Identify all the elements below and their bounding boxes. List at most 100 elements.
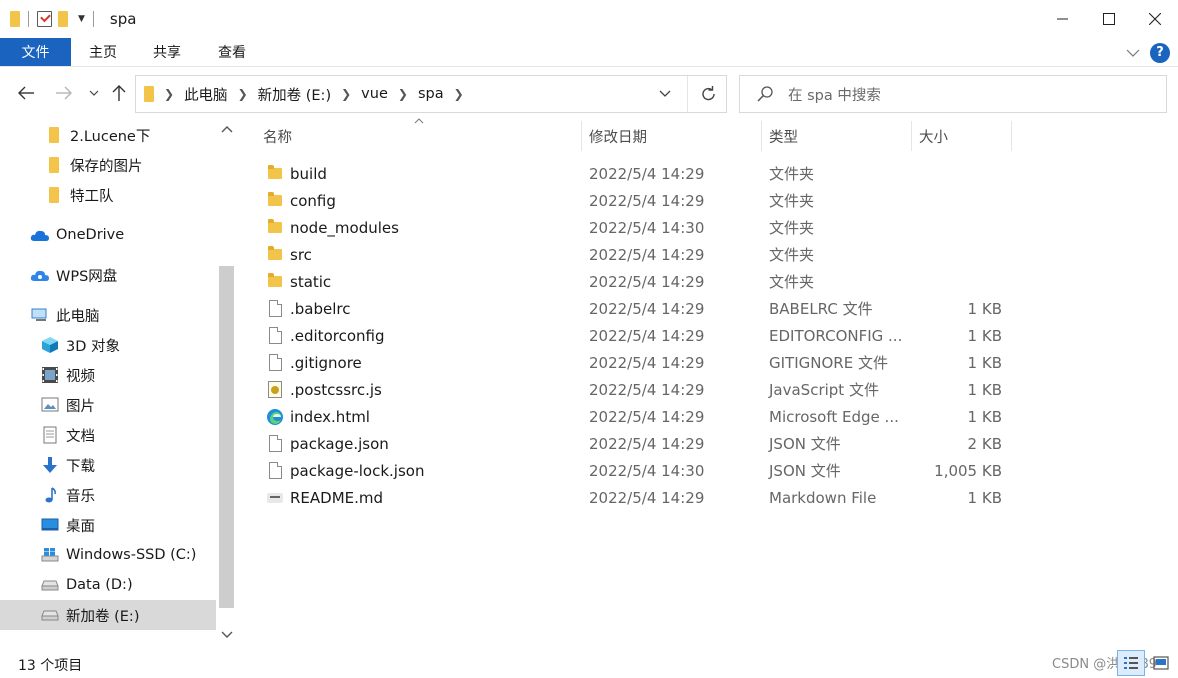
close-button[interactable] — [1132, 0, 1178, 38]
close-icon — [1149, 13, 1161, 25]
nav-item-documents[interactable]: 文档 — [0, 420, 216, 450]
file-row-index-html[interactable]: index.html 2022/5/4 14:29 Microsoft Edge… — [238, 403, 1178, 430]
window-title: spa — [109, 10, 137, 28]
chevron-right-icon[interactable]: ❯ — [398, 87, 408, 101]
nav-item-saved-pictures[interactable]: 保存的图片 — [0, 150, 216, 180]
scroll-down-arrow-icon[interactable] — [221, 631, 233, 639]
nav-item-this-pc[interactable]: 此电脑 — [0, 300, 216, 330]
search-box[interactable]: 在 spa 中搜索 — [739, 75, 1167, 113]
column-headers: 名称 修改日期 类型 大小 — [238, 118, 1178, 153]
nav-item-agents[interactable]: 特工队 — [0, 180, 216, 210]
breadcrumb-drive-e[interactable]: 新加卷 (E:) — [258, 84, 331, 105]
large-icons-view-button[interactable] — [1147, 650, 1175, 676]
file-type: JSON 文件 — [769, 462, 841, 480]
file-row-static[interactable]: static 2022/5/4 14:29 文件夹 — [238, 268, 1178, 295]
file-row-readme[interactable]: README.md 2022/5/4 14:29 Markdown File 1… — [238, 484, 1178, 511]
chevron-right-icon[interactable]: ❯ — [164, 87, 174, 101]
file-name: index.html — [290, 407, 370, 426]
file-size: 1 KB — [967, 299, 1002, 318]
tab-share[interactable]: 共享 — [135, 38, 199, 66]
file-name: .babelrc — [290, 299, 351, 318]
column-header-modified[interactable]: 修改日期 — [581, 119, 761, 153]
file-icon — [266, 295, 284, 322]
chevron-right-icon[interactable]: ❯ — [341, 87, 351, 101]
chevron-right-icon[interactable]: ❯ — [454, 87, 464, 101]
breadcrumb-spa[interactable]: spa — [418, 86, 444, 102]
nav-item-drive-e[interactable]: 新加卷 (E:) — [0, 600, 216, 630]
file-row-package-lock-json[interactable]: package-lock.json 2022/5/4 14:30 JSON 文件… — [238, 457, 1178, 484]
cube-icon — [40, 335, 60, 355]
breadcrumb-this-pc[interactable]: 此电脑 — [184, 84, 228, 105]
nav-item-videos[interactable]: 视频 — [0, 360, 216, 390]
file-row-src[interactable]: src 2022/5/4 14:29 文件夹 — [238, 241, 1178, 268]
tab-file[interactable]: 文件 — [0, 38, 71, 66]
file-type: 文件夹 — [769, 246, 815, 264]
nav-item-music[interactable]: 音乐 — [0, 480, 216, 510]
file-size: 2 KB — [967, 434, 1002, 453]
file-modified: 2022/5/4 14:29 — [589, 380, 705, 399]
file-modified: 2022/5/4 14:29 — [589, 407, 705, 426]
properties-icon[interactable] — [37, 11, 52, 27]
column-header-name[interactable]: 名称 — [255, 119, 581, 153]
nav-item-downloads[interactable]: 下载 — [0, 450, 216, 480]
back-button[interactable] — [14, 81, 38, 105]
search-input[interactable]: 在 spa 中搜索 — [788, 84, 881, 105]
file-modified: 2022/5/4 14:29 — [589, 326, 705, 345]
nav-pane-scrollbar[interactable] — [216, 119, 237, 650]
file-row-gitignore[interactable]: .gitignore 2022/5/4 14:29 GITIGNORE 文件 1… — [238, 349, 1178, 376]
scroll-up-arrow-icon[interactable] — [221, 125, 233, 133]
column-divider[interactable] — [1011, 121, 1012, 151]
nav-item-wps-drive[interactable]: WPS网盘 — [0, 260, 216, 290]
file-name: config — [290, 191, 336, 210]
nav-item-pictures[interactable]: 图片 — [0, 390, 216, 420]
tab-home[interactable]: 主页 — [71, 38, 135, 66]
file-icon — [266, 349, 284, 376]
column-header-type[interactable]: 类型 — [761, 119, 911, 153]
help-icon[interactable]: ? — [1150, 42, 1170, 63]
nav-item-drive-d[interactable]: Data (D:) — [0, 570, 216, 600]
file-type: Microsoft Edge ... — [769, 407, 899, 426]
file-row-config[interactable]: config 2022/5/4 14:29 文件夹 — [238, 187, 1178, 214]
file-type: JSON 文件 — [769, 435, 841, 453]
nav-item-3d-objects[interactable]: 3D 对象 — [0, 330, 216, 360]
chevron-right-icon[interactable]: ❯ — [238, 87, 248, 101]
forward-button[interactable] — [52, 81, 76, 105]
minimize-button[interactable] — [1040, 0, 1086, 38]
chevron-down-icon — [89, 90, 99, 96]
nav-item-onedrive[interactable]: OneDrive — [0, 220, 216, 250]
file-row-build[interactable]: build 2022/5/4 14:29 文件夹 — [238, 160, 1178, 187]
up-button[interactable] — [108, 81, 130, 105]
refresh-icon[interactable] — [700, 85, 718, 103]
address-bar[interactable]: ❯ 此电脑 ❯ 新加卷 (E:) ❯ vue ❯ spa ❯ — [135, 75, 727, 113]
new-folder-icon[interactable] — [58, 11, 68, 27]
file-modified: 2022/5/4 14:30 — [589, 461, 705, 480]
folder-icon — [266, 268, 284, 295]
breadcrumb-vue[interactable]: vue — [361, 86, 388, 102]
status-bar: 13 个项目 CSDN @洪荒289 — [0, 650, 1178, 678]
details-view-button[interactable] — [1117, 650, 1145, 676]
navigation-bar: ❯ 此电脑 ❯ 新加卷 (E:) ❯ vue ❯ spa ❯ 在 spa 中搜索 — [0, 67, 1178, 119]
scrollbar-thumb[interactable] — [219, 266, 234, 608]
file-row-postcssrc[interactable]: .postcssrc.js 2022/5/4 14:29 JavaScript … — [238, 376, 1178, 403]
back-arrow-icon — [18, 86, 34, 100]
nav-item-lucene[interactable]: 2.Lucene下 — [0, 120, 216, 150]
file-name: README.md — [290, 488, 384, 507]
file-modified: 2022/5/4 14:30 — [589, 218, 705, 237]
file-type: GITIGNORE 文件 — [769, 354, 888, 372]
file-size: 1 KB — [967, 353, 1002, 372]
customize-toolbar-arrow-icon[interactable]: ▼ — [78, 14, 85, 24]
column-header-size[interactable]: 大小 — [911, 119, 1011, 153]
file-row-package-json[interactable]: package.json 2022/5/4 14:29 JSON 文件 2 KB — [238, 430, 1178, 457]
recent-locations-button[interactable] — [86, 81, 102, 105]
file-size: 1,005 KB — [934, 461, 1002, 480]
file-row-babelrc[interactable]: .babelrc 2022/5/4 14:29 BABELRC 文件 1 KB — [238, 295, 1178, 322]
file-row-node-modules[interactable]: node_modules 2022/5/4 14:30 文件夹 — [238, 214, 1178, 241]
nav-item-desktop[interactable]: 桌面 — [0, 510, 216, 540]
address-history-chevron-icon[interactable] — [658, 87, 672, 101]
file-modified: 2022/5/4 14:29 — [589, 164, 705, 183]
file-row-editorconfig[interactable]: .editorconfig 2022/5/4 14:29 EDITORCONFI… — [238, 322, 1178, 349]
nav-item-drive-c[interactable]: Windows-SSD (C:) — [0, 540, 216, 570]
tab-view[interactable]: 查看 — [199, 38, 265, 66]
maximize-button[interactable] — [1086, 0, 1132, 38]
expand-ribbon-icon[interactable] — [1126, 48, 1140, 58]
